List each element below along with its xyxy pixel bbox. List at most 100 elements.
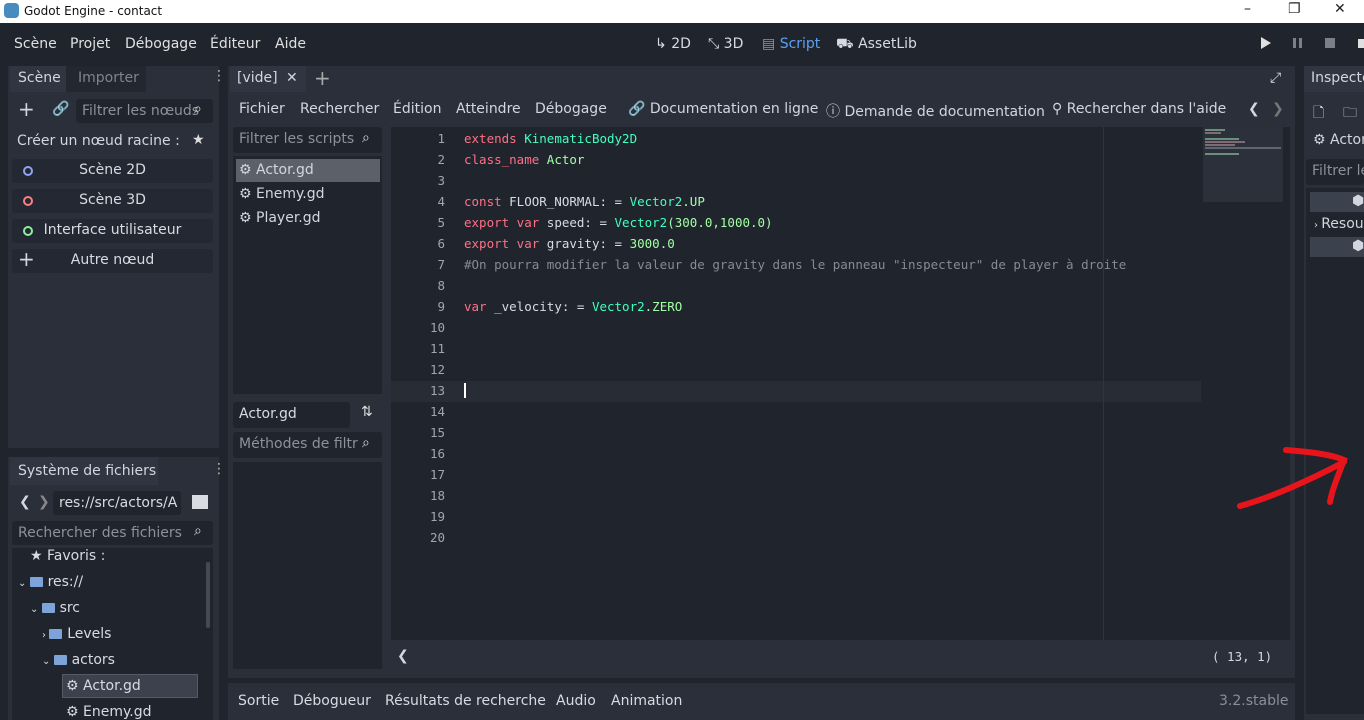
link-icon[interactable]: 🔗 <box>52 101 69 117</box>
menu-help[interactable]: Aide <box>275 36 306 52</box>
workspace-2d[interactable]: ↳ 2D <box>655 36 691 52</box>
script-item-player[interactable]: ⚙ Player.gd <box>236 207 380 230</box>
play-scene-icon[interactable] <box>1355 37 1364 49</box>
tab-search-results[interactable]: Résultats de recherche <box>385 693 546 709</box>
new-resource-icon[interactable]: 🗋 <box>1313 102 1324 126</box>
stop-icon[interactable] <box>1324 37 1336 49</box>
script-item-actor[interactable]: ⚙ Actor.gd <box>236 159 380 182</box>
code-line[interactable] <box>464 383 466 399</box>
inspector-resource-header[interactable]: ⬢ <box>1310 237 1364 257</box>
script-menu-search[interactable]: Rechercher <box>300 101 379 117</box>
tree-favorites[interactable]: ★ Favoris : <box>30 548 105 564</box>
new-tab-icon[interactable]: + <box>314 66 331 90</box>
view-mode-icon[interactable] <box>190 491 210 513</box>
history-forward-icon[interactable]: ❯ <box>1272 101 1284 117</box>
minimize-button[interactable]: – <box>1244 1 1251 17</box>
favorite-star-icon[interactable]: ★ <box>192 132 205 148</box>
workspace-3d[interactable]: ⤡ 3D <box>708 36 743 52</box>
tab-scene[interactable]: Scène <box>10 66 66 92</box>
inspector-resource-section[interactable]: › Resou <box>1314 216 1364 232</box>
tab-import[interactable]: Importer <box>66 66 146 92</box>
filesystem-menu-icon[interactable]: ⋮ <box>212 461 226 477</box>
other-node-button[interactable]: + Autre nœud <box>12 247 213 273</box>
online-docs-link[interactable]: 🔗 Documentation en ligne <box>628 101 818 117</box>
code-line[interactable]: extends KinematicBody2D <box>464 131 637 146</box>
workspace-assetlib[interactable]: ⛟ AssetLib <box>836 36 917 54</box>
create-3d-scene-button[interactable]: Scène 3D <box>12 189 213 213</box>
scene-filter-input[interactable]: Filtrer les nœuds <box>76 99 213 123</box>
code-token: #On pourra modifier la valeur de gravity… <box>464 257 1127 272</box>
inspector-filter-input[interactable]: Filtrer le <box>1306 159 1364 185</box>
code-line[interactable]: #On pourra modifier la valeur de gravity… <box>464 257 1126 272</box>
tab-filesystem[interactable]: Système de fichiers <box>10 457 158 485</box>
filesystem-path-field[interactable]: res://src/actors/A <box>53 491 181 515</box>
open-resource-icon[interactable]: 🗀 <box>1343 102 1357 126</box>
code-token: const <box>464 194 510 209</box>
question-icon: ⓘ <box>826 104 840 120</box>
line-number: 15 <box>429 425 445 440</box>
script-filter-input[interactable]: Filtrer les scripts <box>233 127 382 153</box>
menu-editor[interactable]: Éditeur <box>210 36 260 52</box>
gear-icon: ⚙ <box>239 186 257 202</box>
tree-actors[interactable]: ⌄ actors <box>42 652 115 668</box>
add-node-icon[interactable]: + <box>18 99 35 119</box>
tab-audio[interactable]: Audio <box>556 693 596 709</box>
code-minimap[interactable] <box>1203 127 1283 202</box>
tab-debugger[interactable]: Débogueur <box>293 693 371 709</box>
tab-output[interactable]: Sortie <box>238 693 279 709</box>
code-token: Vector2 <box>629 194 683 209</box>
back-icon[interactable]: ❮ <box>19 494 31 510</box>
code-line[interactable]: export var speed: = Vector2(300.0,1000.0… <box>464 215 773 230</box>
script-menu-debug[interactable]: Débogage <box>535 101 607 117</box>
close-tab-icon[interactable]: ✕ <box>286 70 298 86</box>
workspace-script[interactable]: ▤ Script <box>762 36 820 52</box>
close-window-button[interactable]: ✕ <box>1334 1 1346 17</box>
script-menu-edit[interactable]: Édition <box>393 101 441 117</box>
line-number: 16 <box>429 446 445 461</box>
forward-icon[interactable]: ❯ <box>38 494 50 510</box>
tree-levels[interactable]: › Levels <box>42 626 111 642</box>
filesystem-scrollbar[interactable] <box>206 562 210 628</box>
menu-scene[interactable]: Scène <box>14 36 57 52</box>
sort-icon[interactable]: ⇅ <box>361 404 373 420</box>
tree-actor-gd[interactable]: ⚙ Actor.gd <box>66 678 141 694</box>
code-token: speed: = <box>546 215 615 230</box>
code-line[interactable]: var _velocity: = Vector2.ZERO <box>464 299 682 314</box>
line-number: 4 <box>437 194 445 209</box>
tab-animation[interactable]: Animation <box>611 693 682 709</box>
doc-request-link[interactable]: ⓘ Demande de documentation <box>826 101 1045 121</box>
code-line[interactable]: export var gravity: = 3000.0 <box>464 236 675 251</box>
create-2d-scene-button[interactable]: Scène 2D <box>12 159 213 183</box>
methods-filter-input[interactable]: Méthodes de filtr <box>233 432 382 458</box>
create-ui-button[interactable]: Interface utilisateur <box>12 219 213 243</box>
pause-icon[interactable] <box>1292 37 1304 49</box>
filesystem-search-input[interactable]: Rechercher des fichiers <box>12 521 213 545</box>
dock-menu-icon[interactable]: ⋮ <box>212 68 226 84</box>
menu-project[interactable]: Projet <box>70 36 110 52</box>
code-token: KinematicBody2D <box>524 131 638 146</box>
distraction-free-icon[interactable]: ⤢ <box>1270 70 1281 86</box>
script-menu-file[interactable]: Fichier <box>239 101 285 117</box>
tree-res-root[interactable]: ⌄ res:// <box>18 574 83 590</box>
line-number: 5 <box>437 215 445 230</box>
code-line[interactable]: const FLOOR_NORMAL: = Vector2.UP <box>464 194 705 209</box>
script-menu-goto[interactable]: Atteindre <box>456 101 521 117</box>
code-line[interactable]: class_name Actor <box>464 152 584 167</box>
gear-icon: ⚙ <box>239 210 257 226</box>
maximize-button[interactable]: ❐ <box>1288 1 1301 17</box>
code-editor[interactable]: 1 extends KinematicBody2D 2 class_name Acto… <box>391 127 1290 640</box>
gear-icon: ⚙ <box>66 678 84 694</box>
menu-debug[interactable]: Débogage <box>125 36 197 52</box>
script-item-enemy[interactable]: ⚙ Enemy.gd <box>236 183 380 206</box>
play-icon[interactable] <box>1260 37 1272 49</box>
search-help-button[interactable]: ⚲ Rechercher dans l'aide <box>1052 101 1226 117</box>
code-token: Vector2 <box>614 215 668 230</box>
tab-inspector[interactable]: Inspecte <box>1304 66 1364 92</box>
tree-enemy-gd[interactable]: ⚙ Enemy.gd <box>66 704 152 720</box>
tree-src[interactable]: ⌄ src <box>30 600 80 616</box>
code-token: class_name <box>464 152 547 167</box>
inspector-script-header[interactable]: ⬢ <box>1310 192 1364 212</box>
history-back-icon[interactable]: ❮ <box>1248 101 1260 117</box>
scroll-left-icon[interactable]: ❮ <box>397 648 409 664</box>
tab-empty-scene[interactable]: [vide] ✕ <box>230 66 306 92</box>
